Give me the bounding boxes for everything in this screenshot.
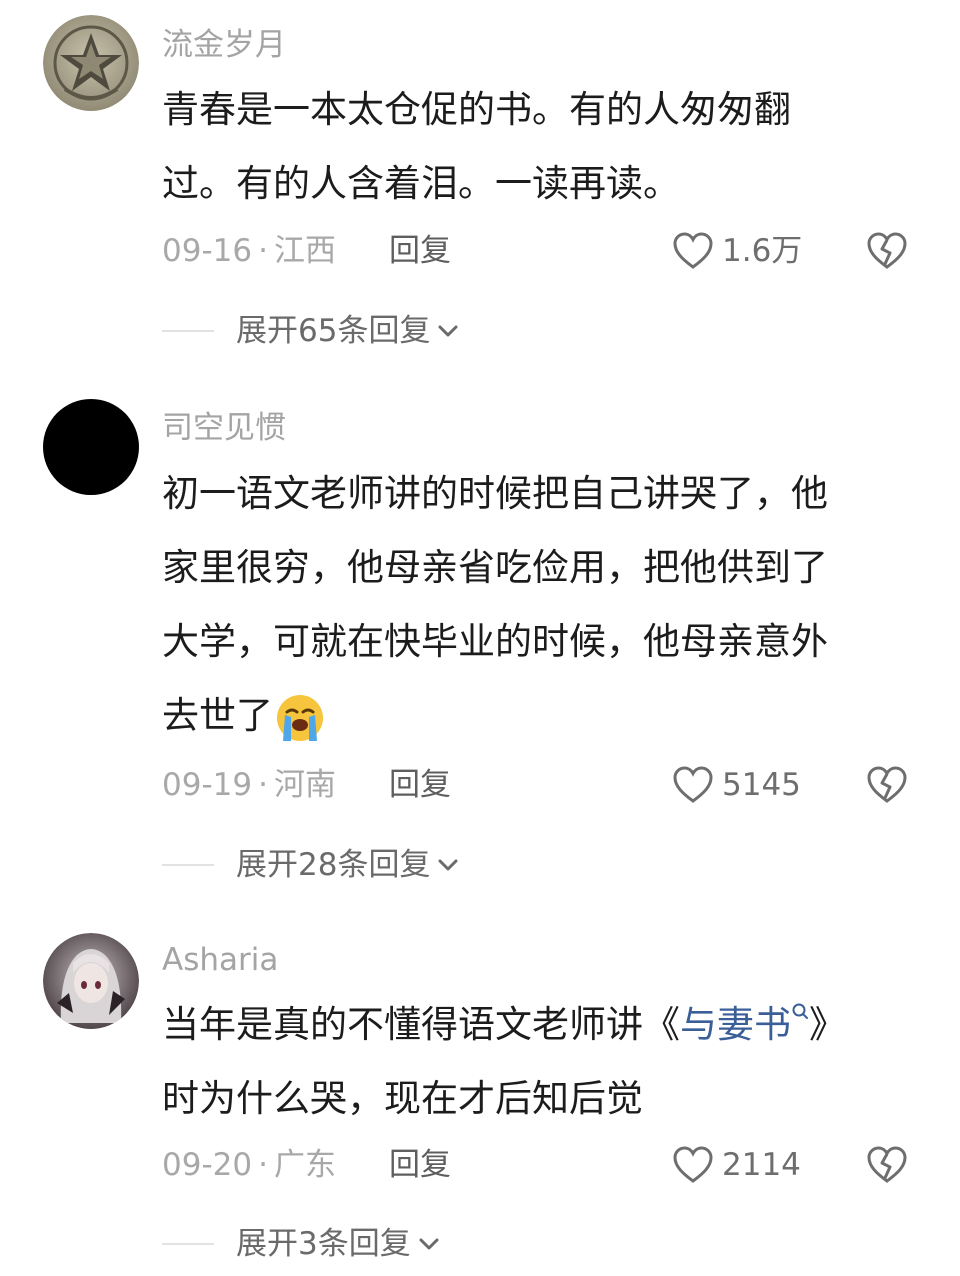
broken-heart-icon [867, 1146, 907, 1183]
dislike-button[interactable] [866, 1145, 908, 1187]
comment-line: 当年是真的不懂得语文老师讲《与妻书 》 [162, 988, 902, 1062]
comment-line-text: 当年是真的不懂得语文老师讲《 [162, 1003, 680, 1046]
expand-replies-label: 展开3条回复 [236, 1226, 411, 1262]
topic-link[interactable]: 与妻书 [680, 1003, 791, 1046]
meta-separator: · [258, 1147, 268, 1183]
expand-replies-button[interactable]: 展开3条回复 [162, 1222, 441, 1266]
chevron-down-icon [419, 1238, 439, 1250]
comment-text: 当年是真的不懂得语文老师讲《与妻书 》 时为什么哭，现在才后知后觉 [162, 988, 902, 1136]
comment-date: 09-20 [162, 1147, 253, 1183]
heart-outline-icon [673, 1146, 713, 1183]
comment-location: 广东 [273, 1147, 336, 1183]
comment-meta: 09-20 · 广东 [162, 1143, 336, 1187]
username[interactable]: Asharia [162, 940, 278, 980]
divider [162, 1243, 214, 1245]
comment-item: Asharia 当年是真的不懂得语文老师讲《与妻书 》 时为什么哭，现在才后知后… [0, 0, 960, 1276]
like-button[interactable]: 2114 [672, 1143, 801, 1187]
reply-button[interactable]: 回复 [389, 1143, 451, 1187]
comment-line-text: 》 [809, 1003, 846, 1046]
anime-girl-avatar-icon [43, 933, 139, 1029]
comment-list: 流金岁月 青春是一本太仓促的书。有的人匆匆翻 过。有的人含着泪。一读再读。 09… [0, 0, 960, 1276]
search-icon[interactable] [791, 1002, 809, 1024]
comment-line: 时为什么哭，现在才后知后觉 [162, 1077, 643, 1120]
user-avatar[interactable] [43, 933, 139, 1029]
like-count: 2114 [722, 1147, 801, 1183]
